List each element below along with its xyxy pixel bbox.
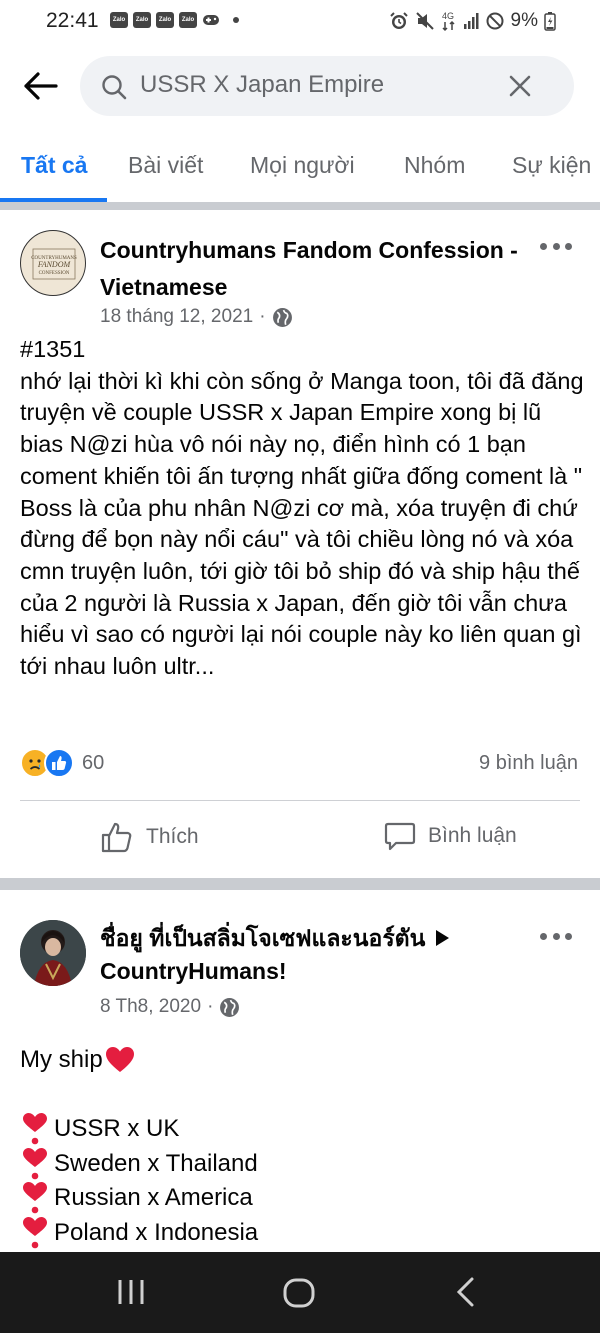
like-button[interactable]: Thích bbox=[100, 820, 199, 854]
page-avatar[interactable]: COUNTRYHUMANS FANDOM CONFESSION bbox=[20, 230, 86, 296]
post-author[interactable]: Countryhumans Fandom Confession - Vietna… bbox=[100, 232, 520, 306]
reaction-summary[interactable]: 60 bbox=[20, 748, 104, 778]
section-divider bbox=[0, 202, 600, 210]
search-input[interactable]: USSR X Japan Empire bbox=[80, 56, 574, 116]
user-avatar[interactable] bbox=[20, 920, 86, 986]
list-item: Sweden x Thailand bbox=[20, 1147, 580, 1182]
post-meta: 18 tháng 12, 2021 · bbox=[100, 306, 293, 328]
home-button[interactable] bbox=[282, 1276, 316, 1315]
zalo-notification-icon: Zalo bbox=[156, 12, 174, 28]
back-button[interactable] bbox=[18, 66, 62, 106]
status-bar: 22:41 Zalo Zalo Zalo Zalo 4G 9% bbox=[0, 0, 600, 44]
tab-groups[interactable]: Nhóm bbox=[404, 152, 465, 179]
list-item: USSR x UK bbox=[20, 1112, 580, 1147]
post-group[interactable]: CountryHumans! bbox=[100, 958, 287, 984]
zalo-notification-icon: Zalo bbox=[133, 12, 151, 28]
notification-icons: Zalo Zalo Zalo Zalo bbox=[110, 12, 239, 28]
heart-exclamation-icon bbox=[23, 1217, 47, 1249]
svg-text:CONFESSION: CONFESSION bbox=[39, 271, 70, 276]
red-heart-icon bbox=[105, 1046, 134, 1072]
svg-text:FANDOM: FANDOM bbox=[37, 260, 72, 269]
ship-text: Sweden x Thailand bbox=[54, 1149, 258, 1177]
meta-dot: · bbox=[259, 306, 266, 327]
tab-posts[interactable]: Bài viết bbox=[128, 152, 203, 179]
post-meta: 8 Th8, 2020 · bbox=[100, 996, 240, 1018]
post-author-line: ชื่อยู ที่เป็นสลิ่มโจเซฟและนอร์ตัน Count… bbox=[100, 922, 510, 988]
globe-icon bbox=[220, 997, 240, 1017]
search-filter-tabs: Tất cả Bài viết Mọi người Nhóm Sự kiện bbox=[0, 140, 600, 204]
section-divider bbox=[0, 878, 600, 890]
comment-label: Bình luận bbox=[428, 824, 517, 847]
system-navigation-bar bbox=[0, 1252, 600, 1333]
reaction-count: 60 bbox=[82, 751, 105, 774]
more-notifications-dot-icon bbox=[233, 17, 239, 23]
ship-intro-text: My ship bbox=[20, 1046, 103, 1073]
fandom-logo-icon: COUNTRYHUMANS FANDOM CONFESSION bbox=[31, 248, 77, 280]
heart-exclamation-icon bbox=[23, 1113, 47, 1145]
heart-exclamation-icon bbox=[23, 1182, 47, 1214]
ship-text: USSR x UK bbox=[54, 1115, 180, 1143]
recent-apps-icon bbox=[118, 1280, 144, 1304]
search-header: USSR X Japan Empire bbox=[0, 50, 600, 120]
ship-text: Poland x Indonesia bbox=[54, 1219, 259, 1247]
ship-list: USSR x UK Sweden x Thailand Russian x Am… bbox=[20, 1112, 580, 1250]
back-chevron-icon bbox=[456, 1277, 474, 1307]
comment-button[interactable]: Bình luận bbox=[384, 820, 517, 852]
heart-exclamation-icon bbox=[23, 1147, 47, 1180]
clear-search-icon[interactable] bbox=[508, 74, 532, 98]
zalo-notification-icon: Zalo bbox=[179, 12, 197, 28]
home-icon bbox=[283, 1278, 315, 1308]
data-saver-icon bbox=[485, 11, 505, 31]
gamepad-icon bbox=[202, 12, 220, 28]
list-item: Poland x Indonesia bbox=[20, 1216, 580, 1251]
tab-events[interactable]: Sự kiện bbox=[512, 152, 591, 179]
zalo-notification-icon: Zalo bbox=[110, 12, 128, 28]
status-right: 4G 9% bbox=[389, 10, 556, 32]
back-arrow-icon bbox=[24, 72, 58, 100]
like-reaction-icon bbox=[44, 748, 74, 778]
alarm-icon bbox=[389, 11, 409, 31]
post-divider bbox=[20, 800, 580, 801]
post-date[interactable]: 18 tháng 12, 2021 bbox=[100, 306, 253, 328]
post-text-intro[interactable]: My ship bbox=[20, 1044, 590, 1076]
like-label: Thích bbox=[146, 825, 199, 848]
post-options-button[interactable] bbox=[540, 926, 572, 946]
search-query: USSR X Japan Empire bbox=[140, 71, 385, 98]
back-nav-button[interactable] bbox=[454, 1276, 478, 1313]
tab-people[interactable]: Mọi người bbox=[250, 152, 355, 179]
thumbs-up-icon bbox=[101, 822, 132, 853]
globe-icon bbox=[272, 307, 292, 327]
post-date[interactable]: 8 Th8, 2020 bbox=[100, 996, 201, 1018]
character-avatar-icon bbox=[20, 920, 86, 986]
comment-count[interactable]: 9 bình luận bbox=[479, 752, 578, 775]
status-time: 22:41 bbox=[46, 9, 99, 32]
search-icon bbox=[102, 75, 127, 100]
battery-charging-icon bbox=[544, 11, 556, 31]
signal-icon bbox=[463, 12, 479, 30]
comment-bubble-icon bbox=[384, 822, 416, 851]
list-item: Russian x America bbox=[20, 1181, 580, 1216]
recent-apps-button[interactable] bbox=[116, 1276, 146, 1313]
mute-icon bbox=[415, 11, 435, 31]
ship-text: Russian x America bbox=[54, 1184, 253, 1212]
tab-all[interactable]: Tất cả bbox=[21, 152, 87, 179]
post-options-button[interactable] bbox=[540, 236, 572, 256]
svg-text:4G: 4G bbox=[442, 11, 454, 21]
post-text[interactable]: #1351 nhớ lại thời kì khi còn sống ở Man… bbox=[20, 334, 590, 683]
meta-dot: · bbox=[207, 996, 214, 1017]
battery-percent: 9% bbox=[510, 10, 538, 31]
play-arrow-icon bbox=[435, 930, 449, 946]
network-4g-icon: 4G bbox=[441, 10, 457, 32]
post-author[interactable]: ชื่อยู ที่เป็นสลิ่มโจเซฟและนอร์ตัน bbox=[100, 925, 425, 951]
